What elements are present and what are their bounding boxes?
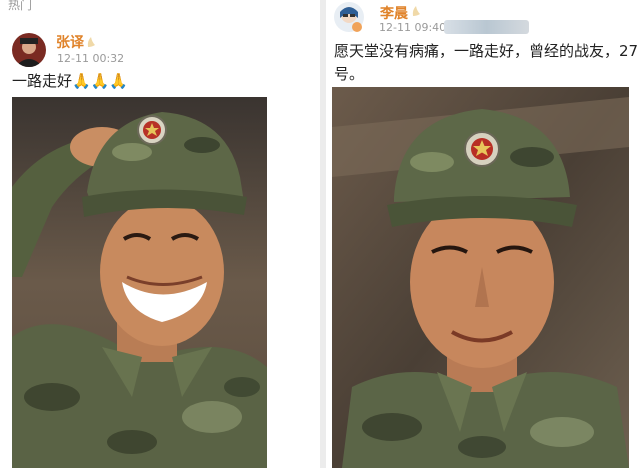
verified-badge-icon	[87, 37, 95, 47]
live-badge-icon	[352, 22, 362, 32]
post-timestamp: 12-11 09:40	[379, 21, 447, 34]
verified-badge-icon	[412, 6, 420, 16]
username[interactable]: 李晨	[380, 3, 408, 23]
left-post: 热门 张译 12-11 00:32 一路走好🙏🙏🙏	[0, 0, 320, 468]
hot-section-label: 热门	[8, 0, 33, 12]
post-text-line-1: 愿天堂没有病痛，一路走好，曾经的战友，27	[334, 42, 639, 60]
post-text-line-2: 号。	[334, 65, 365, 83]
username[interactable]: 张译	[56, 32, 84, 52]
right-post: 李晨 12-11 09:40 愿天堂没有病痛，一路走好，曾经的战友，27 号。	[326, 0, 640, 468]
post-text: 一路走好🙏🙏🙏	[12, 72, 129, 90]
post-timestamp: 12-11 00:32	[57, 52, 125, 65]
soldier-portrait-photo[interactable]	[332, 87, 629, 468]
blurred-info	[444, 20, 529, 34]
soldier-smiling-photo[interactable]	[12, 97, 267, 468]
user-avatar-icon[interactable]	[12, 33, 46, 67]
